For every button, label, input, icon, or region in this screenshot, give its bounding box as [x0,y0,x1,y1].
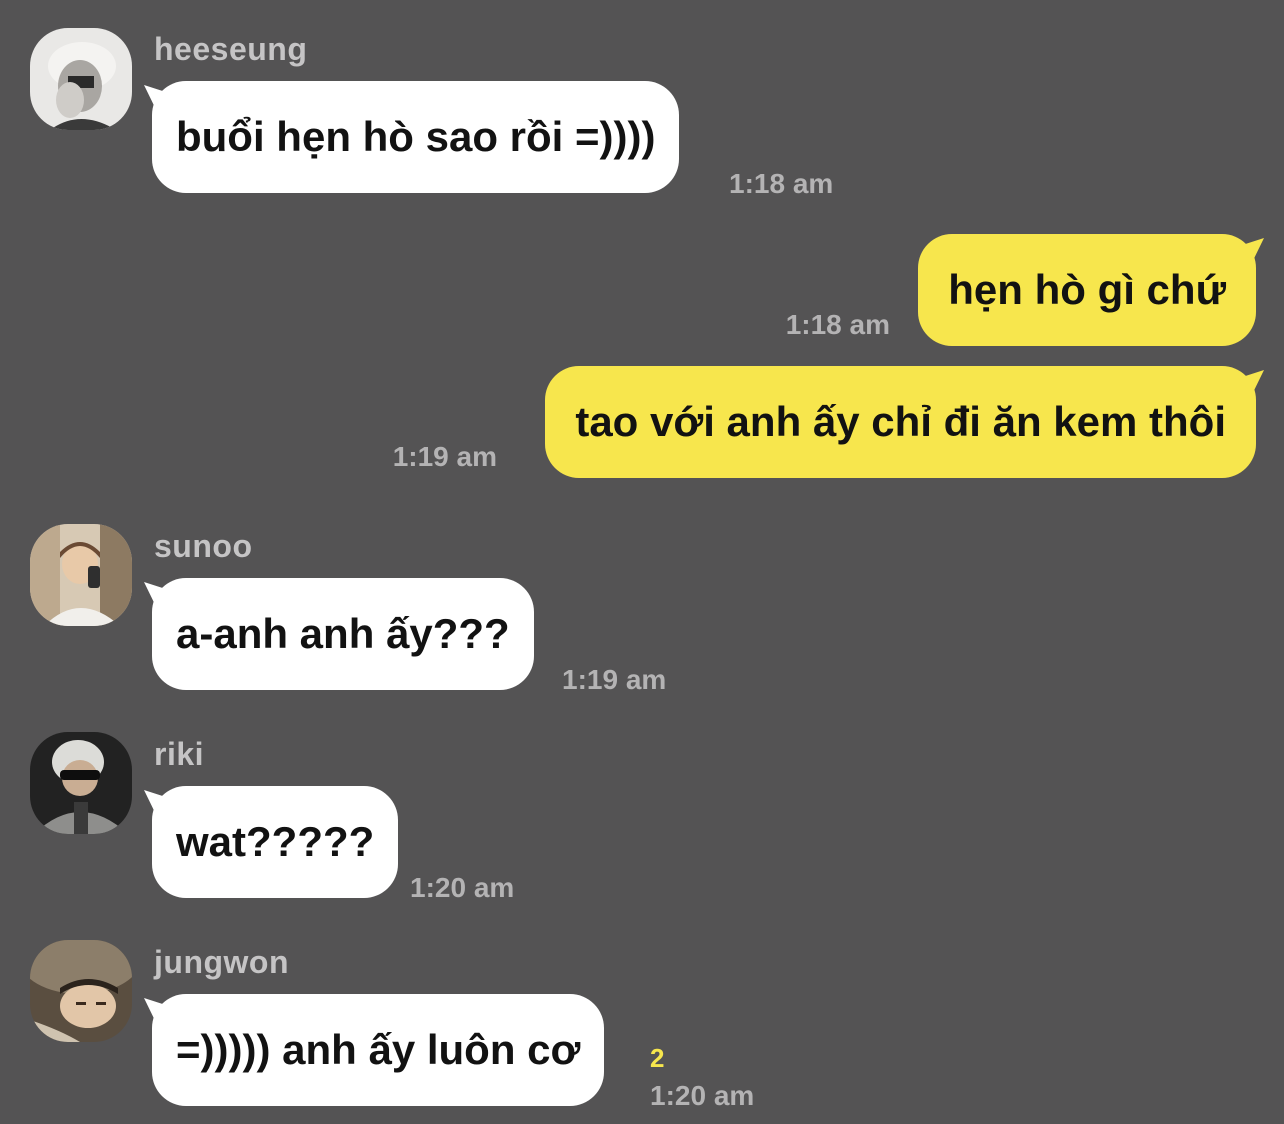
message-time: 1:20 am [650,1080,755,1111]
message-text: buổi hẹn hò sao rồi =)))) [176,113,656,160]
message-bubble[interactable]: tao với anh ấy chỉ đi ăn kem thôi [545,366,1256,478]
message-text: tao với anh ấy chỉ đi ăn kem thôi [575,398,1226,445]
message-time: 1:19 am [392,441,497,472]
sender-name: riki [154,736,205,772]
unread-count: 2 [650,1043,665,1073]
avatar-photo-jungwon [30,940,132,1042]
message-time: 1:18 am [785,309,890,340]
message-bubble[interactable]: buổi hẹn hò sao rồi =)))) [152,81,680,193]
message-text: hẹn hò gì chứ [948,266,1226,313]
message-time: 1:20 am [410,872,515,903]
message-bubble[interactable]: =))))) anh ấy luôn cơ [152,994,605,1106]
message-text: =))))) anh ấy luôn cơ [176,1026,581,1073]
avatar-jungwon[interactable] [30,940,132,1042]
message-bubble[interactable]: wat????? [152,786,399,898]
message-time: 1:19 am [562,664,667,695]
message-bubble[interactable]: a-anh anh ấy??? [152,578,534,690]
avatar-photo-sunoo [30,524,132,626]
avatar-sunoo[interactable] [30,524,132,626]
sender-name: jungwon [154,944,290,980]
avatar-photo-riki [30,732,132,834]
avatar-riki[interactable] [30,732,132,834]
sender-name: sunoo [154,528,253,564]
avatar-heeseung[interactable] [30,28,132,130]
message-bubble[interactable]: hẹn hò gì chứ [918,234,1256,346]
message-text: wat????? [176,818,375,865]
sender-name: heeseung [154,31,308,67]
message-text: a-anh anh ấy??? [176,610,510,657]
avatar-photo-heeseung [30,28,132,130]
message-time: 1:18 am [729,168,834,199]
